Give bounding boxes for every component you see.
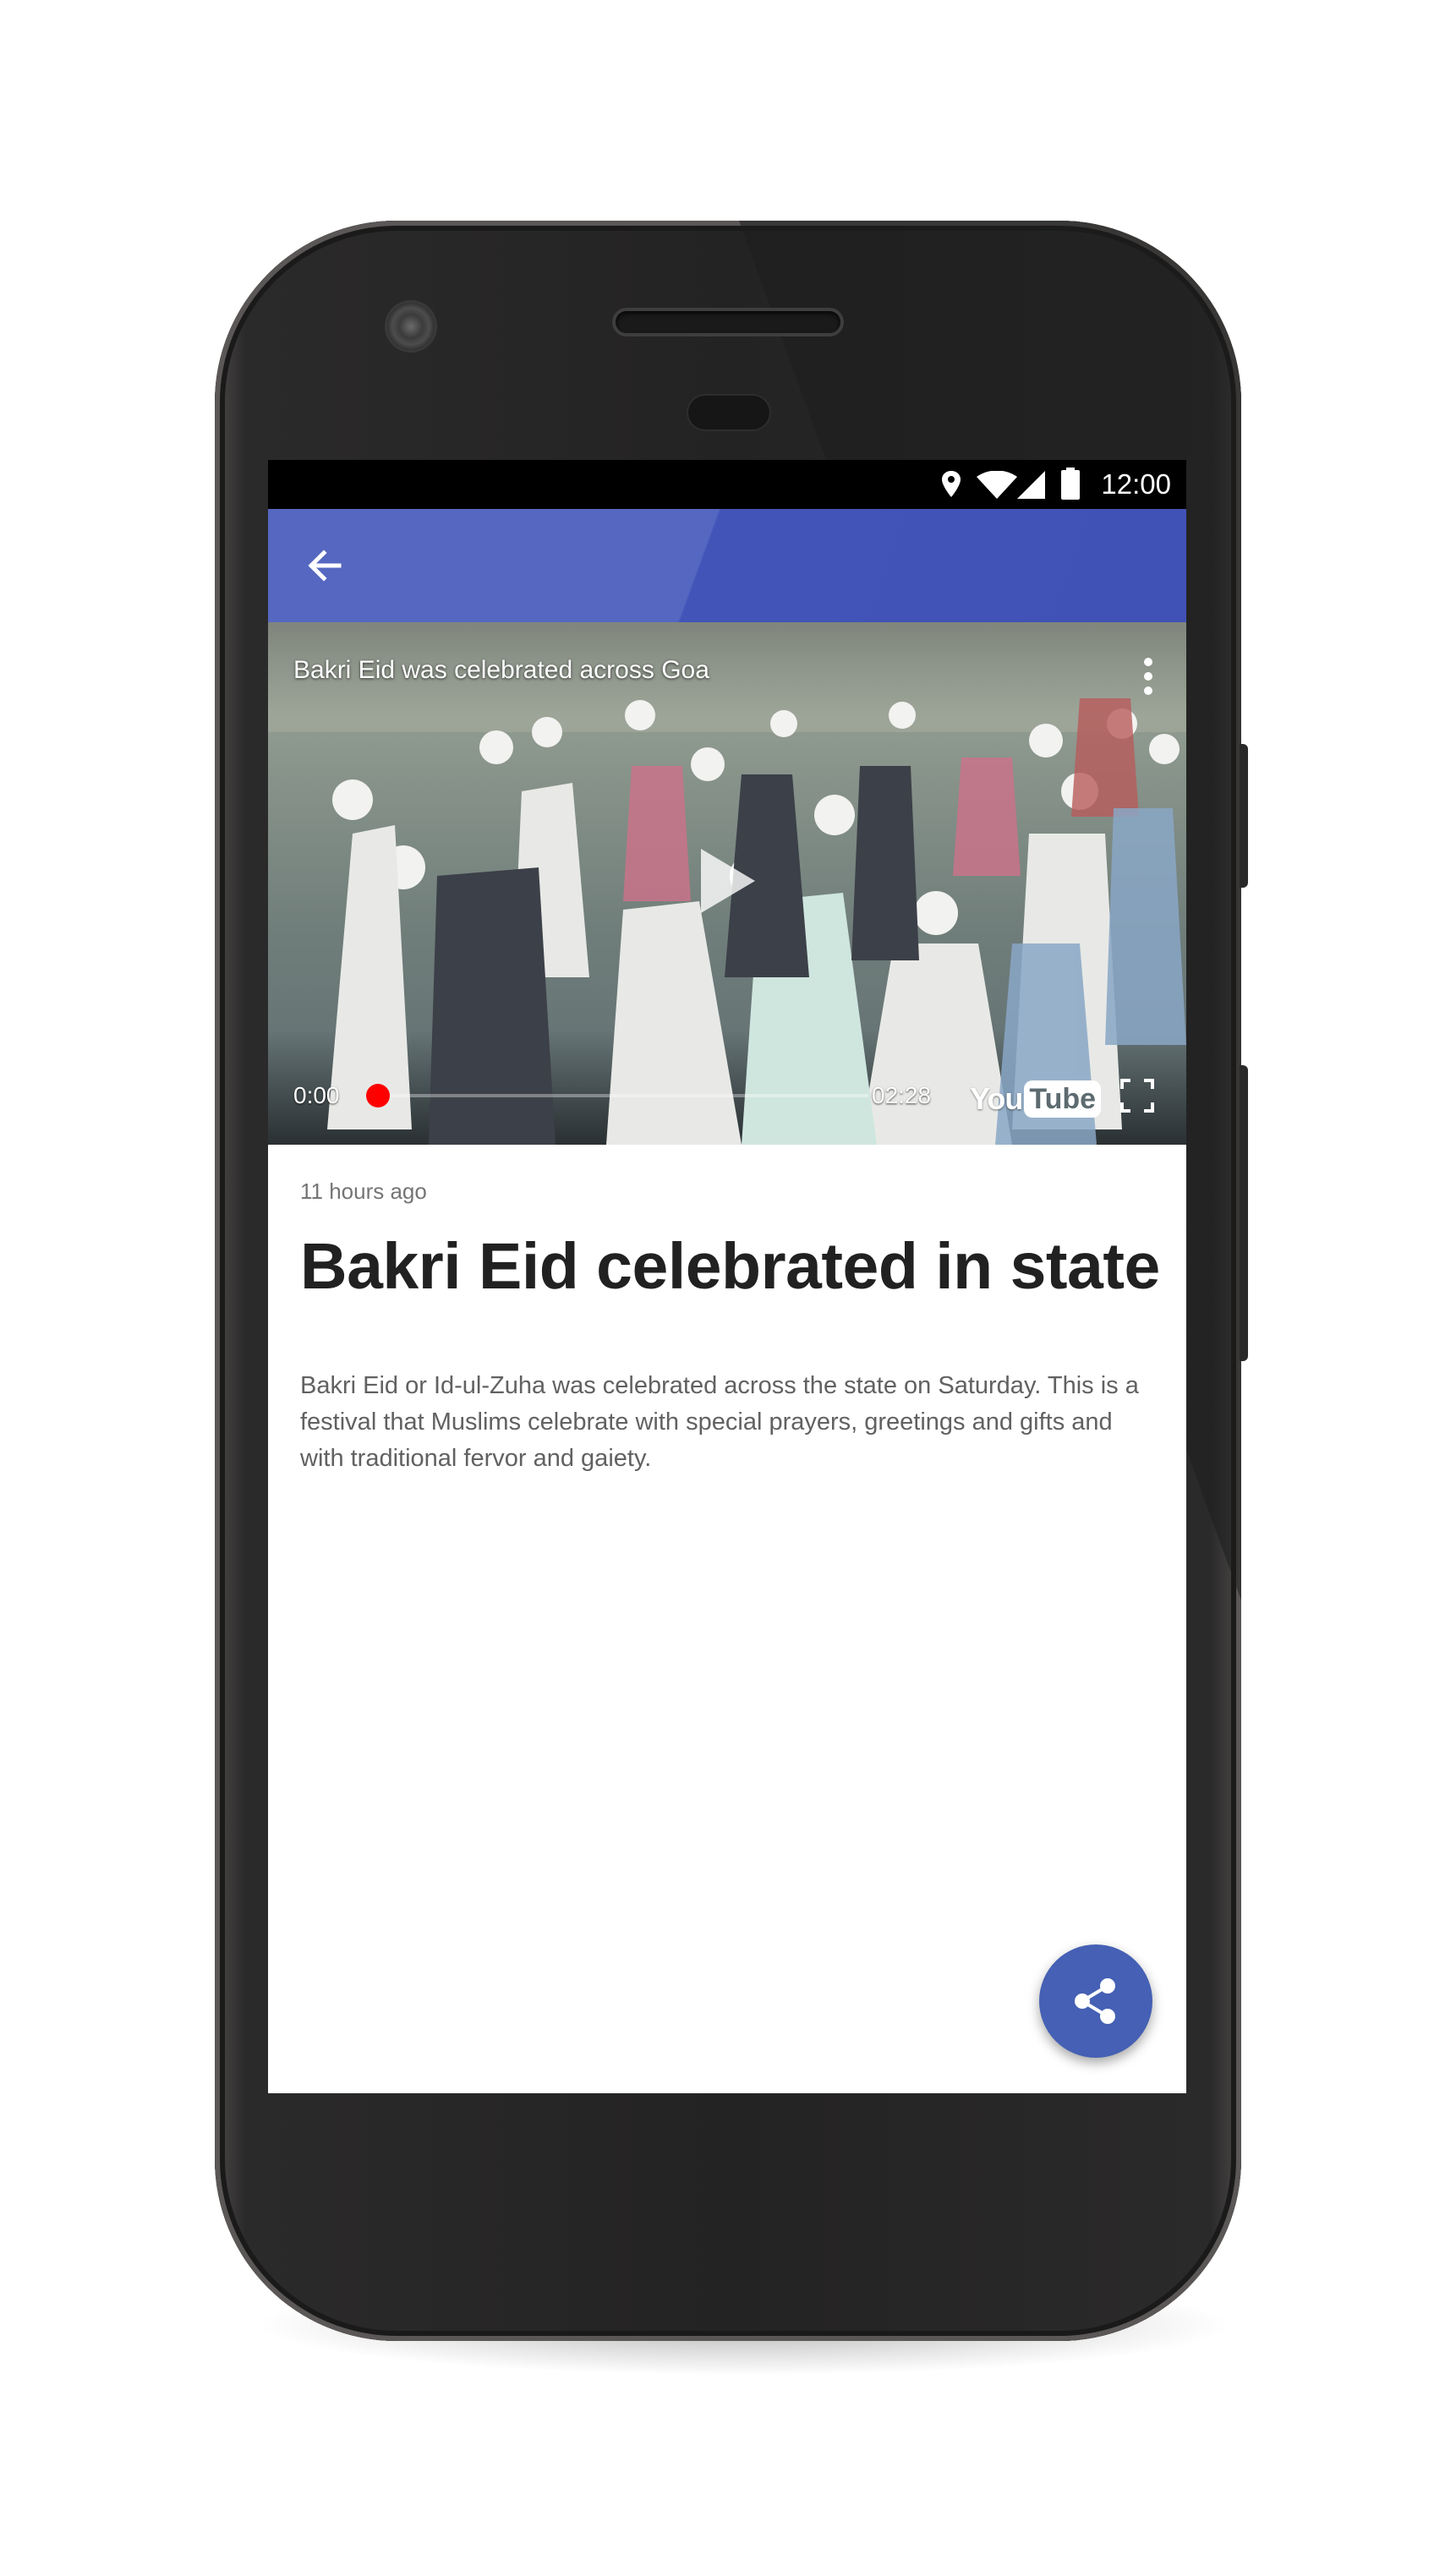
front-camera (387, 303, 435, 350)
progress-bar[interactable] (378, 1094, 868, 1097)
battery-icon (1061, 468, 1080, 500)
status-time: 12:00 (1101, 468, 1171, 500)
article-headline: Bakri Eid celebrated in state (300, 1230, 1160, 1303)
proximity-sensor (688, 396, 769, 429)
video-player[interactable]: Bakri Eid was celebrated across Goa 0:00… (268, 622, 1186, 1145)
share-button[interactable] (1039, 1944, 1152, 2058)
video-duration: 02:28 (872, 1082, 932, 1108)
status-bar: 12:00 (268, 460, 1186, 509)
youtube-logo-tube: Tube (1024, 1080, 1102, 1118)
location-icon (942, 471, 961, 497)
screen: 12:00 Bakri Eid was celebrated across Go… (268, 460, 1186, 2093)
article-timestamp: 11 hours ago (300, 1179, 427, 1204)
earpiece-speaker (616, 311, 840, 333)
play-icon[interactable] (698, 847, 757, 915)
scrubber-handle[interactable] (366, 1084, 390, 1108)
app-bar (268, 509, 1186, 622)
video-title[interactable]: Bakri Eid was celebrated across Goa (293, 656, 709, 685)
volume-rocker (1240, 1065, 1248, 1361)
youtube-logo-you: You (970, 1081, 1023, 1116)
current-time: 0:00 (293, 1082, 340, 1108)
article-body: Bakri Eid or Id-ul-Zuha was celebrated a… (300, 1372, 1139, 1472)
more-vert-icon[interactable] (1142, 656, 1154, 697)
power-button (1240, 744, 1248, 888)
wifi-icon (977, 471, 1017, 499)
youtube-logo[interactable]: You Tube (970, 1079, 1102, 1119)
fullscreen-icon[interactable] (1120, 1079, 1154, 1113)
share-icon (1075, 1978, 1115, 2024)
cellular-signal-icon (1017, 471, 1045, 499)
arrow-back-icon[interactable] (302, 543, 348, 588)
